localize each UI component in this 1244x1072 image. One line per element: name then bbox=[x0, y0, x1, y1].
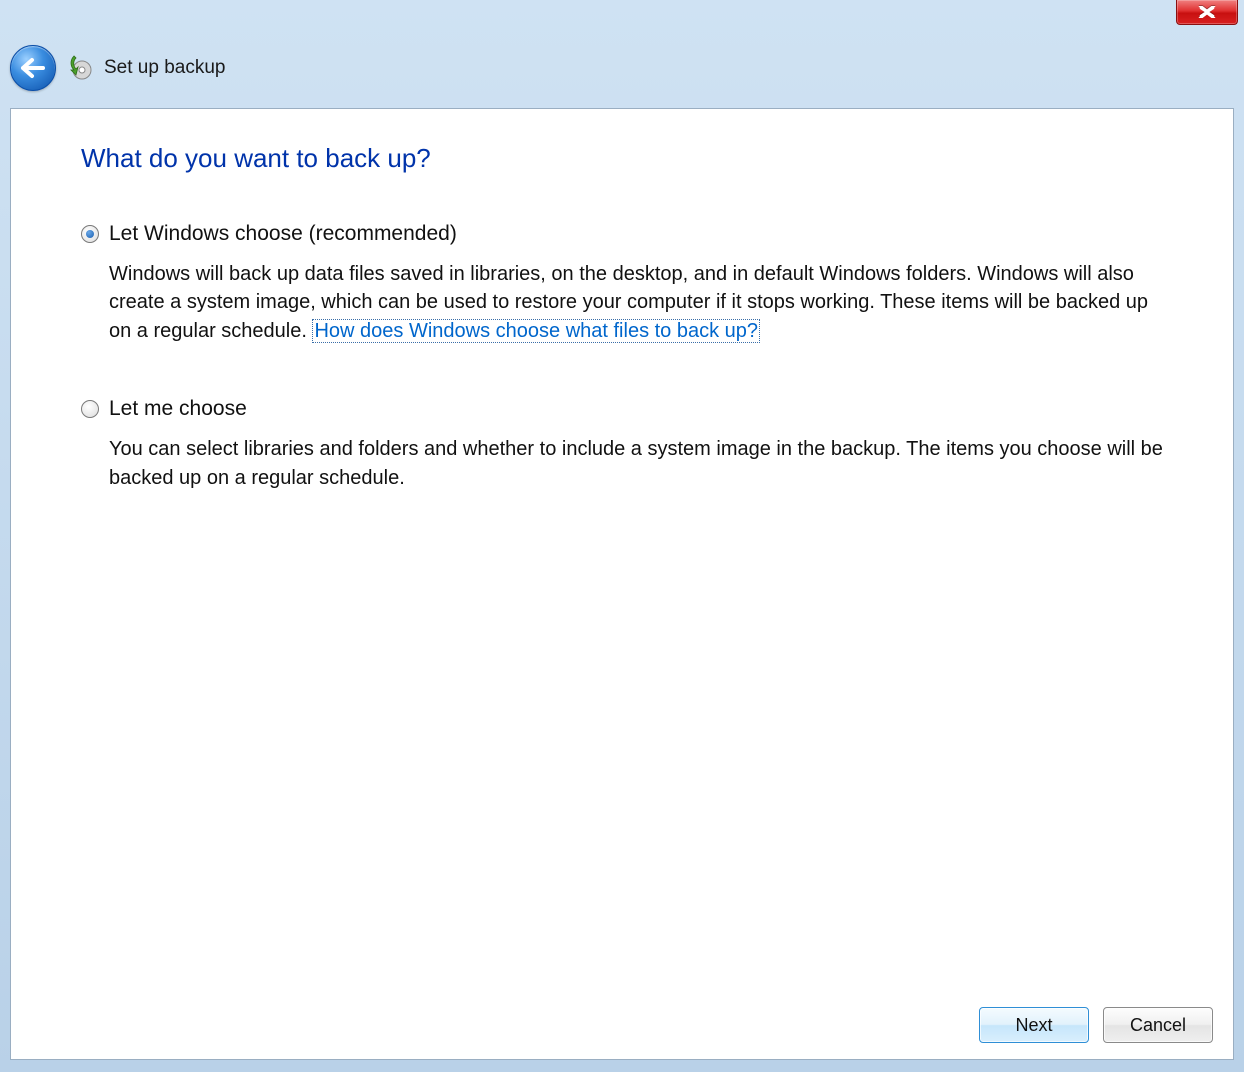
option-description: Windows will back up data files saved in… bbox=[109, 260, 1163, 345]
wizard-window: Set up backup What do you want to back u… bbox=[0, 0, 1244, 1072]
back-arrow-icon bbox=[20, 57, 46, 79]
option-description: You can select libraries and folders and… bbox=[109, 435, 1163, 492]
backup-icon bbox=[66, 54, 94, 82]
option-let-windows-choose: Let Windows choose (recommended) Windows… bbox=[81, 222, 1163, 345]
header-title: Set up backup bbox=[104, 57, 225, 79]
radio-let-windows-choose[interactable]: Let Windows choose (recommended) bbox=[81, 222, 1163, 246]
next-button[interactable]: Next bbox=[979, 1007, 1089, 1043]
page-heading: What do you want to back up? bbox=[81, 143, 1163, 174]
radio-icon bbox=[81, 400, 99, 418]
footer: Next Cancel bbox=[979, 1007, 1213, 1043]
back-button[interactable] bbox=[10, 45, 56, 91]
close-button[interactable] bbox=[1176, 0, 1238, 25]
help-link[interactable]: How does Windows choose what files to ba… bbox=[312, 319, 760, 343]
radio-icon bbox=[81, 225, 99, 243]
option-let-me-choose: Let me choose You can select libraries a… bbox=[81, 397, 1163, 492]
content-panel: What do you want to back up? Let Windows… bbox=[10, 108, 1234, 1060]
titlebar bbox=[0, 0, 1244, 28]
close-icon bbox=[1198, 6, 1216, 18]
option-label: Let me choose bbox=[109, 397, 247, 421]
header: Set up backup bbox=[0, 28, 1244, 108]
option-label: Let Windows choose (recommended) bbox=[109, 222, 457, 246]
radio-let-me-choose[interactable]: Let me choose bbox=[81, 397, 1163, 421]
cancel-button[interactable]: Cancel bbox=[1103, 1007, 1213, 1043]
